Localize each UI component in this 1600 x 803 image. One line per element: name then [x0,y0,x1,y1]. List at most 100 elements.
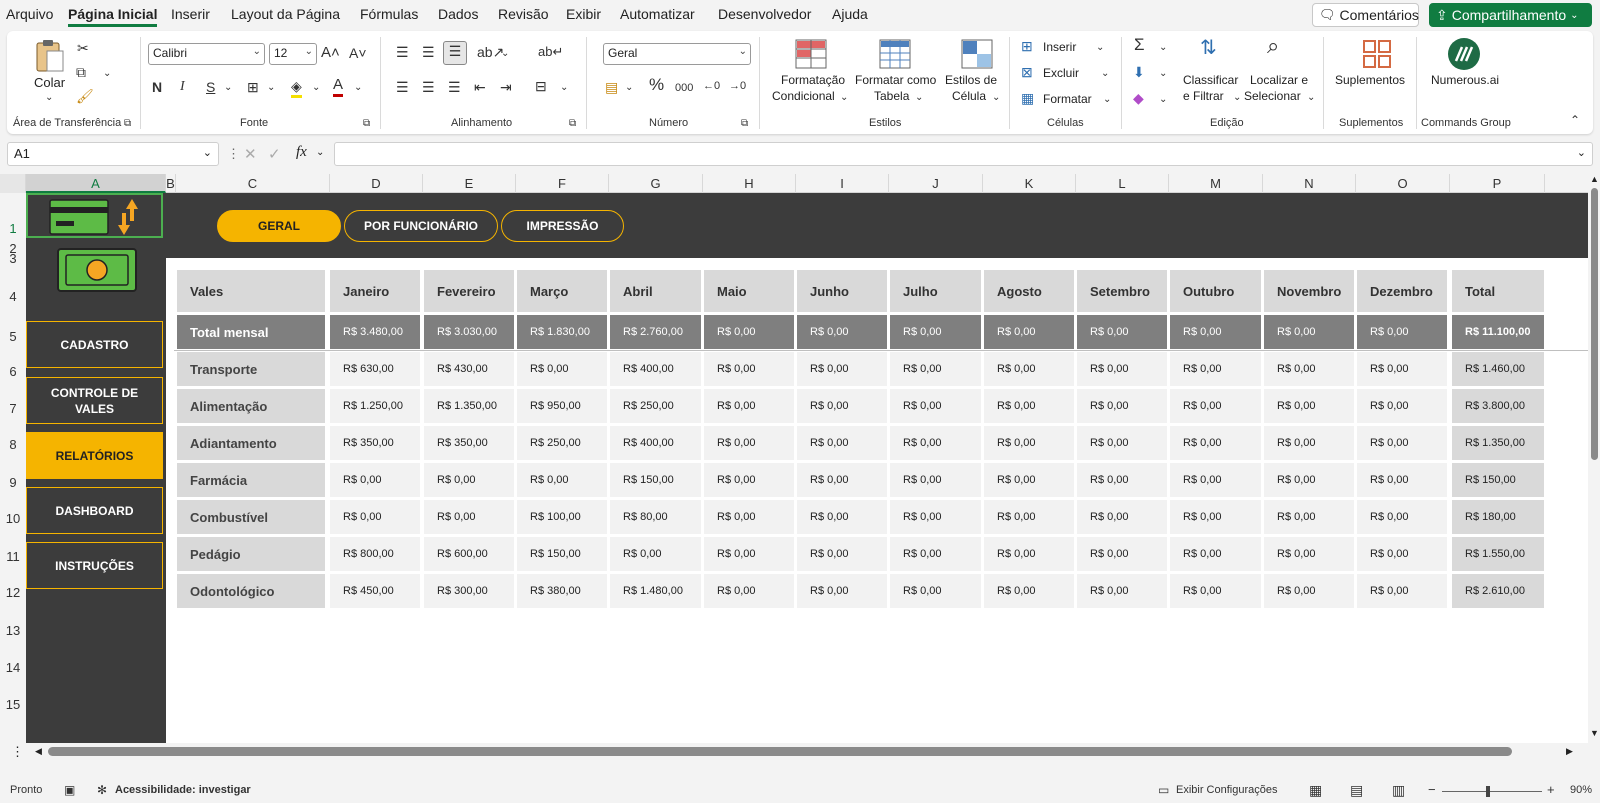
table-cell[interactable]: R$ 0,00 [1077,574,1167,608]
table-cell[interactable]: R$ 0,00 [797,463,887,497]
column-header-n[interactable]: N [1263,174,1356,193]
clear-icon[interactable]: ◆ [1133,89,1144,107]
table-cell[interactable]: R$ 400,00 [610,426,701,460]
table-cell[interactable]: R$ 950,00 [517,389,607,423]
table-cell[interactable]: R$ 150,00 [517,537,607,571]
table-cell[interactable]: R$ 0,00 [1264,574,1354,608]
column-header-e[interactable]: E [423,174,516,193]
menu-layout-pagina[interactable]: Layout da Página [231,6,340,22]
table-header-cell[interactable]: Junho [797,270,887,312]
format-painter-icon[interactable]: 🖌 [76,87,94,105]
font-name-select[interactable]: Calibri ⌄ [148,43,265,65]
table-cell[interactable]: R$ 0,00 [1357,463,1447,497]
table-row-label[interactable]: Alimentação [177,389,325,423]
table-row-label[interactable]: Adiantamento [177,426,325,460]
column-header-p[interactable]: P [1450,174,1545,193]
row-header-8[interactable]: 8 [0,437,26,452]
row-header-12[interactable]: 12 [0,585,26,600]
chevron-down-icon[interactable]: ⌄ [316,147,324,158]
table-cell[interactable]: R$ 0,00 [1170,500,1261,534]
table-cell[interactable]: R$ 0,00 [1077,389,1167,423]
display-settings-label[interactable]: Exibir Configurações [1176,784,1278,796]
insert-cells-label[interactable]: Inserir [1043,39,1076,55]
column-header-a[interactable]: A [26,174,166,193]
table-cell[interactable]: R$ 0,00 [890,426,981,460]
total-row-cell[interactable]: R$ 0,00 [890,315,981,349]
thousands-button[interactable]: 000 [675,79,693,97]
chevron-down-icon[interactable]: ⌄ [625,79,633,97]
conditional-format-line2[interactable]: Condicional [772,88,835,104]
sidebar-cadastro-button[interactable]: CADASTRO [26,321,163,368]
menu-formulas[interactable]: Fórmulas [360,6,418,22]
dialog-launcher-icon[interactable]: ⧉ [569,115,576,133]
table-cell[interactable]: R$ 0,00 [1077,537,1167,571]
wrap-text-icon[interactable]: ab↵ [538,43,563,61]
cell-styles-line2[interactable]: Célula [952,88,986,104]
tab-impressao[interactable]: IMPRESSÃO [501,210,624,242]
row-header-10[interactable]: 10 [0,511,26,526]
menu-pagina-inicial[interactable]: Página Inicial [68,6,158,27]
table-cell[interactable]: R$ 0,00 [517,352,607,386]
cell-styles-line1[interactable]: Estilos de [945,72,997,88]
table-cell[interactable]: R$ 0,00 [1170,537,1261,571]
table-row-label[interactable]: Combustível [177,500,325,534]
row-header-4[interactable]: 4 [0,289,26,304]
table-cell[interactable]: R$ 380,00 [517,574,607,608]
comments-button[interactable]: 🗨 Comentários [1312,3,1419,27]
table-cell[interactable]: R$ 0,00 [1170,389,1261,423]
table-cell[interactable]: R$ 150,00 [610,463,701,497]
cell-styles-icon[interactable] [961,39,993,69]
table-cell[interactable]: R$ 0,00 [984,537,1074,571]
row-header-3[interactable]: 3 [0,251,26,266]
chevron-down-icon[interactable]: ⌄ [840,89,848,107]
normal-view-icon[interactable]: ▦ [1309,782,1322,799]
dialog-launcher-icon[interactable]: ⧉ [363,115,370,133]
table-cell[interactable]: R$ 0,00 [1357,537,1447,571]
table-cell[interactable]: R$ 0,00 [1170,352,1261,386]
table-cell[interactable]: R$ 0,00 [1264,463,1354,497]
total-row-cell[interactable]: R$ 2.760,00 [610,315,701,349]
chevron-down-icon[interactable]: ⌄ [1159,65,1167,83]
zoom-in-icon[interactable]: + [1547,782,1555,797]
table-cell[interactable]: R$ 150,00 [1452,463,1544,497]
conditional-format-line1[interactable]: Formatação [777,72,849,88]
zoom-slider[interactable] [1442,791,1542,792]
font-size-select[interactable]: 12 ⌄ [269,43,317,65]
table-cell[interactable]: R$ 0,00 [1077,500,1167,534]
table-cell[interactable]: R$ 800,00 [330,537,420,571]
table-cell[interactable]: R$ 400,00 [610,352,701,386]
table-cell[interactable]: R$ 0,00 [704,574,794,608]
increase-font-icon[interactable]: A˄ [321,44,340,62]
table-cell[interactable]: R$ 0,00 [797,426,887,460]
table-row-label[interactable]: Pedágio [177,537,325,571]
table-cell[interactable]: R$ 0,00 [1357,352,1447,386]
total-row-cell[interactable]: R$ 0,00 [1077,315,1167,349]
chevron-down-icon[interactable]: ⌄ [915,89,923,107]
addins-icon[interactable] [1362,39,1392,69]
table-row-label[interactable]: Odontológico [177,574,325,608]
sheet-options-icon[interactable]: ⋮ [11,744,24,760]
table-cell[interactable]: R$ 0,00 [797,389,887,423]
table-cell[interactable]: R$ 1.480,00 [610,574,701,608]
table-cell[interactable]: R$ 0,00 [797,352,887,386]
table-cell[interactable]: R$ 100,00 [517,500,607,534]
chevron-down-icon[interactable]: ⌄ [354,79,362,97]
decrease-font-icon[interactable]: A˅ [349,44,367,62]
table-cell[interactable]: R$ 0,00 [890,463,981,497]
fill-icon[interactable]: ⬇ [1133,63,1145,81]
sidebar-dashboard-button[interactable]: DASHBOARD [26,487,163,534]
table-cell[interactable]: R$ 0,00 [1077,426,1167,460]
percent-button[interactable]: % [649,76,664,94]
total-row-cell[interactable]: R$ 0,00 [1170,315,1261,349]
table-header-cell[interactable]: Julho [890,270,981,312]
chevron-down-icon[interactable]: ⌄ [992,89,1000,107]
delete-cells-icon[interactable]: ⊠ [1021,63,1033,81]
italic-button[interactable]: I [180,78,185,96]
sidebar-controle-vales-button[interactable]: CONTROLE DE VALES [26,377,163,424]
share-button[interactable]: ⇪ Compartilhamento ⌄ [1429,3,1592,27]
total-row-cell[interactable]: R$ 0,00 [1264,315,1354,349]
table-cell[interactable]: R$ 0,00 [517,463,607,497]
table-row-label[interactable]: Farmácia [177,463,325,497]
dialog-launcher-icon[interactable]: ⧉ [124,115,131,133]
chevron-down-icon[interactable]: ⌄ [267,79,275,97]
